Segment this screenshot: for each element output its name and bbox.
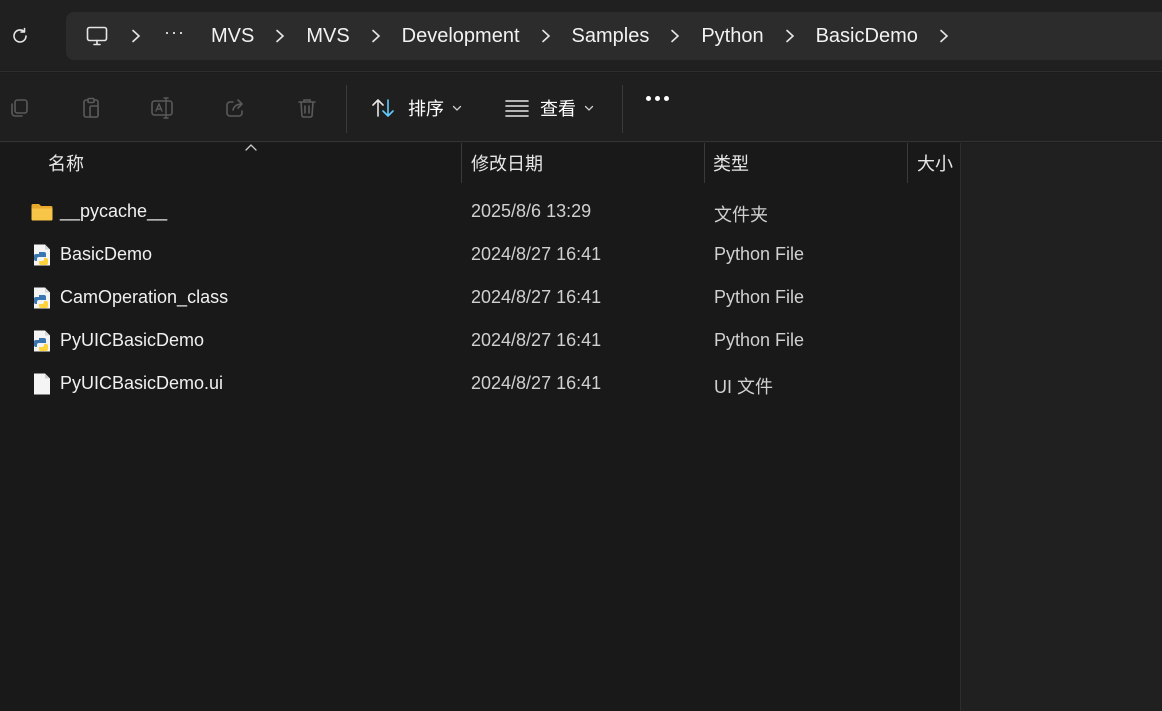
trash-icon bbox=[298, 99, 316, 118]
column-header-date[interactable]: 修改日期 bbox=[471, 143, 543, 183]
file-name: BasicDemo bbox=[60, 244, 153, 264]
chevron-right-icon bbox=[371, 29, 380, 43]
file-name: PyUICBasicDemo bbox=[60, 330, 205, 350]
python-file-icon bbox=[34, 244, 50, 266]
file-type: Python File bbox=[714, 287, 805, 307]
breadcrumb-chevron[interactable] bbox=[776, 21, 804, 51]
rename-icon bbox=[151, 97, 173, 119]
file-type: Python File bbox=[714, 330, 805, 350]
sort-button[interactable]: 排序 bbox=[370, 90, 462, 126]
file-date: 2024/8/27 16:41 bbox=[471, 244, 602, 264]
file-type: 文件夹 bbox=[714, 205, 768, 225]
file-type: UI 文件 bbox=[714, 377, 774, 397]
sort-ascending-icon bbox=[245, 144, 257, 151]
chevron-right-icon bbox=[541, 29, 550, 43]
column-header-size[interactable]: 大小 bbox=[917, 143, 953, 183]
chevron-right-icon bbox=[671, 29, 680, 43]
file-type: Python File bbox=[714, 244, 805, 264]
breadcrumb-item-mvs-2[interactable]: MVS bbox=[302, 25, 353, 48]
chevron-down-icon bbox=[452, 105, 462, 111]
breadcrumb-item-python[interactable]: Python bbox=[697, 25, 767, 48]
more-options-button[interactable] bbox=[646, 96, 669, 101]
file-row[interactable]: PyUICBasicDemo 2024/8/27 16:41 Python Fi… bbox=[0, 319, 960, 362]
monitor-icon bbox=[86, 26, 108, 46]
breadcrumb-chevron[interactable] bbox=[122, 21, 150, 51]
column-header-type[interactable]: 类型 bbox=[713, 143, 749, 183]
copy-button[interactable] bbox=[5, 94, 33, 122]
breadcrumb-chevron[interactable] bbox=[532, 21, 560, 51]
column-resize-handle[interactable] bbox=[704, 143, 705, 183]
share-button[interactable] bbox=[221, 94, 249, 122]
address-row: ··· MVS MVS Development Samples Python B… bbox=[0, 0, 1162, 72]
refresh-button[interactable] bbox=[6, 22, 34, 50]
toolbar-separator bbox=[346, 85, 347, 133]
rename-button[interactable] bbox=[149, 94, 177, 122]
chevron-right-icon bbox=[132, 29, 141, 43]
column-resize-handle[interactable] bbox=[461, 143, 462, 183]
details-pane bbox=[960, 143, 1162, 711]
file-row[interactable]: CamOperation_class 2024/8/27 16:41 Pytho… bbox=[0, 276, 960, 319]
address-bar[interactable]: ··· MVS MVS Development Samples Python B… bbox=[66, 12, 1162, 60]
python-file-icon bbox=[34, 330, 50, 352]
paste-button[interactable] bbox=[77, 94, 105, 122]
breadcrumb-item-development[interactable]: Development bbox=[398, 25, 524, 48]
breadcrumb-chevron[interactable] bbox=[362, 21, 390, 51]
sort-label: 排序 bbox=[408, 99, 444, 119]
column-resize-handle[interactable] bbox=[907, 143, 908, 183]
chevron-down-icon bbox=[584, 105, 594, 111]
file-icon bbox=[34, 373, 50, 395]
file-date: 2025/8/6 13:29 bbox=[471, 201, 592, 221]
toolbar-separator bbox=[622, 85, 623, 133]
chevron-right-icon bbox=[785, 29, 794, 43]
chevron-right-icon bbox=[940, 29, 949, 43]
view-button[interactable]: 查看 bbox=[504, 90, 594, 126]
this-pc-button[interactable] bbox=[80, 19, 114, 53]
file-name: __pycache__ bbox=[60, 201, 168, 221]
breadcrumb-overflow-button[interactable]: ··· bbox=[164, 23, 185, 41]
file-date: 2024/8/27 16:41 bbox=[471, 330, 602, 350]
python-file-icon bbox=[34, 287, 50, 309]
view-list-icon bbox=[505, 100, 529, 117]
file-date: 2024/8/27 16:41 bbox=[471, 287, 602, 307]
more-dot bbox=[664, 96, 669, 101]
command-bar: 排序 查看 bbox=[0, 73, 1162, 142]
column-header-name[interactable]: 名称 bbox=[48, 143, 84, 183]
copy-icon bbox=[11, 99, 28, 117]
more-dot bbox=[646, 96, 651, 101]
file-row[interactable]: BasicDemo 2024/8/27 16:41 Python File bbox=[0, 233, 960, 276]
file-row[interactable]: PyUICBasicDemo.ui 2024/8/27 16:41 UI 文件 bbox=[0, 362, 960, 405]
share-icon bbox=[226, 99, 243, 117]
delete-button[interactable] bbox=[293, 94, 321, 122]
file-date: 2024/8/27 16:41 bbox=[471, 373, 602, 393]
chevron-right-icon bbox=[276, 29, 285, 43]
folder-icon bbox=[31, 204, 53, 221]
file-name: PyUICBasicDemo.ui bbox=[60, 373, 224, 393]
more-dot bbox=[655, 96, 660, 101]
breadcrumb-chevron[interactable] bbox=[661, 21, 689, 51]
breadcrumb-item-basicdemo[interactable]: BasicDemo bbox=[812, 25, 922, 48]
sort-icon bbox=[372, 99, 394, 117]
breadcrumb-item-samples[interactable]: Samples bbox=[568, 25, 654, 48]
breadcrumb-chevron[interactable] bbox=[266, 21, 294, 51]
file-row[interactable]: __pycache__ 2025/8/6 13:29 文件夹 bbox=[0, 190, 960, 233]
refresh-icon bbox=[13, 27, 27, 43]
breadcrumb-item-mvs-1[interactable]: MVS bbox=[207, 25, 258, 48]
view-label: 查看 bbox=[540, 99, 576, 119]
breadcrumb-chevron[interactable] bbox=[930, 21, 958, 51]
file-name: CamOperation_class bbox=[60, 287, 229, 307]
file-list: 名称 修改日期 类型 大小 __pycache__ 2025/8/6 13:29… bbox=[0, 143, 960, 711]
paste-icon bbox=[83, 97, 99, 118]
